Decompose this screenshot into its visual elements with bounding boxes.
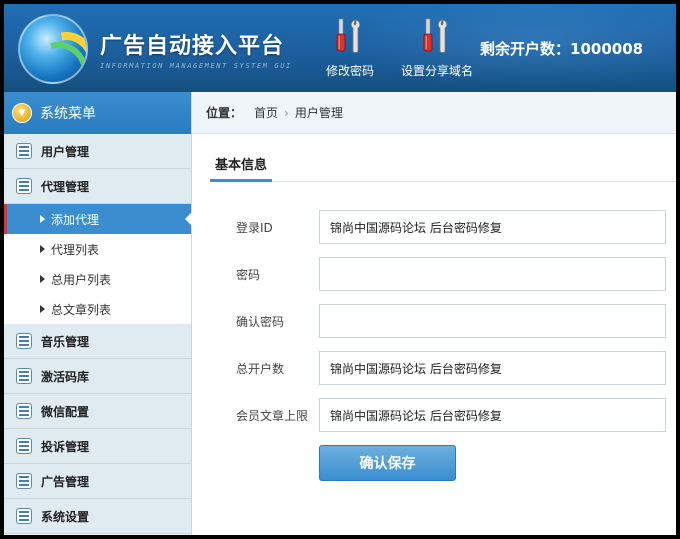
sidebar-item-agent-management[interactable]: 代理管理 <box>4 169 191 204</box>
main-content: 位置： 首页 › 用户管理 基本信息 登录ID 密码 确认密码 总开户数 会员文… <box>192 92 676 535</box>
sidebar-subitem-label: 代理列表 <box>51 242 100 257</box>
sidebar-item-label: 代理管理 <box>41 179 90 194</box>
breadcrumb-separator: › <box>284 105 289 120</box>
change-password-button[interactable]: 修改密码 <box>320 16 380 79</box>
sidebar-subitem-label: 总文章列表 <box>51 302 112 317</box>
tools-icon <box>423 18 448 53</box>
set-share-domain-button[interactable]: 设置分享域名 <box>392 16 482 79</box>
remaining-accounts-label: 剩余开户数： <box>480 40 571 58</box>
brand-subtitle: INFORMATION MANAGEMENT SYSTEM GUI <box>100 62 292 70</box>
confirm-password-label: 确认密码 <box>236 315 285 329</box>
list-icon <box>16 403 32 419</box>
tab-bar: 基本信息 <box>210 148 676 182</box>
breadcrumb-home-link[interactable]: 首页 <box>254 104 278 121</box>
caret-right-icon <box>40 215 45 223</box>
change-password-label: 修改密码 <box>325 64 374 78</box>
sidebar-subitem-all-users[interactable]: 总用户列表 <box>4 264 191 294</box>
system-menu-title: 系统菜单 <box>40 106 96 122</box>
list-icon <box>16 508 32 524</box>
system-menu-header[interactable]: ▼ 系统菜单 <box>4 92 191 134</box>
list-icon <box>16 143 32 159</box>
remaining-accounts-value: 1000008 <box>570 40 644 58</box>
caret-right-icon <box>40 245 45 253</box>
confirm-password-input[interactable] <box>319 304 666 338</box>
remaining-accounts: 剩余开户数：1000008 <box>480 38 643 59</box>
sidebar-item-label: 用户管理 <box>41 144 90 159</box>
sidebar-subitem-add-agent[interactable]: 添加代理 <box>4 204 192 234</box>
total-accounts-label: 总开户数 <box>236 362 285 376</box>
password-label: 密码 <box>236 268 261 282</box>
agent-submenu: 添加代理 代理列表 总用户列表 总文章列表 <box>4 204 192 324</box>
caret-right-icon <box>40 305 45 313</box>
form-row-password: 密码 <box>192 257 676 293</box>
sidebar-item-label: 微信配置 <box>41 404 90 419</box>
login-id-input[interactable] <box>319 210 666 244</box>
save-button[interactable]: 确认保存 <box>319 445 456 481</box>
brand-title: 广告自动接入平台 <box>100 34 285 59</box>
sidebar-item-complaints[interactable]: 投诉管理 <box>4 429 191 464</box>
tab-basic-info[interactable]: 基本信息 <box>210 148 272 182</box>
list-icon <box>16 333 32 349</box>
sidebar-item-label: 投诉管理 <box>41 439 90 454</box>
logo-globe-icon <box>18 14 88 84</box>
form-row-login-id: 登录ID <box>192 210 676 246</box>
list-icon <box>16 368 32 384</box>
breadcrumb-user-management-link[interactable]: 用户管理 <box>295 104 343 121</box>
breadcrumb-label: 位置： <box>206 106 243 120</box>
sidebar-subitem-all-articles[interactable]: 总文章列表 <box>4 294 191 324</box>
form-row-confirm-password: 确认密码 <box>192 304 676 340</box>
sidebar-item-wechat-config[interactable]: 微信配置 <box>4 394 191 429</box>
sidebar-item-activation-codes[interactable]: 激活码库 <box>4 359 191 394</box>
breadcrumb: 位置： 首页 › 用户管理 <box>192 92 676 134</box>
form-row-article-limit: 会员文章上限 <box>192 398 676 434</box>
caret-right-icon <box>40 275 45 283</box>
sidebar-item-label: 系统设置 <box>41 509 90 524</box>
sidebar: ▼ 系统菜单 用户管理 代理管理 添加代理 代理列表 总用户列表 总文章列表 音… <box>4 92 192 535</box>
total-accounts-input[interactable] <box>319 351 666 385</box>
sidebar-item-system-settings[interactable]: 系统设置 <box>4 499 191 534</box>
sidebar-subitem-label: 总用户列表 <box>51 272 112 287</box>
sidebar-subitem-agent-list[interactable]: 代理列表 <box>4 234 191 264</box>
tools-icon <box>336 18 361 53</box>
list-icon <box>16 473 32 489</box>
sidebar-item-user-management[interactable]: 用户管理 <box>4 134 191 169</box>
sidebar-item-label: 音乐管理 <box>41 334 90 349</box>
sidebar-subitem-label: 添加代理 <box>51 212 100 227</box>
sidebar-item-music-management[interactable]: 音乐管理 <box>4 324 191 359</box>
list-icon <box>16 178 32 194</box>
set-share-domain-label: 设置分享域名 <box>400 64 473 78</box>
app-window: 广告自动接入平台 INFORMATION MANAGEMENT SYSTEM G… <box>4 4 676 535</box>
article-limit-label: 会员文章上限 <box>236 409 309 423</box>
list-icon <box>16 438 32 454</box>
login-id-label: 登录ID <box>236 221 273 235</box>
password-input[interactable] <box>319 257 666 291</box>
article-limit-input[interactable] <box>319 398 666 432</box>
top-header: 广告自动接入平台 INFORMATION MANAGEMENT SYSTEM G… <box>4 4 676 92</box>
chevron-down-icon: ▼ <box>12 103 32 123</box>
form-row-total-accounts: 总开户数 <box>192 351 676 387</box>
sidebar-item-label: 广告管理 <box>41 474 90 489</box>
sidebar-item-label: 激活码库 <box>41 369 90 384</box>
sidebar-item-ad-management[interactable]: 广告管理 <box>4 464 191 499</box>
